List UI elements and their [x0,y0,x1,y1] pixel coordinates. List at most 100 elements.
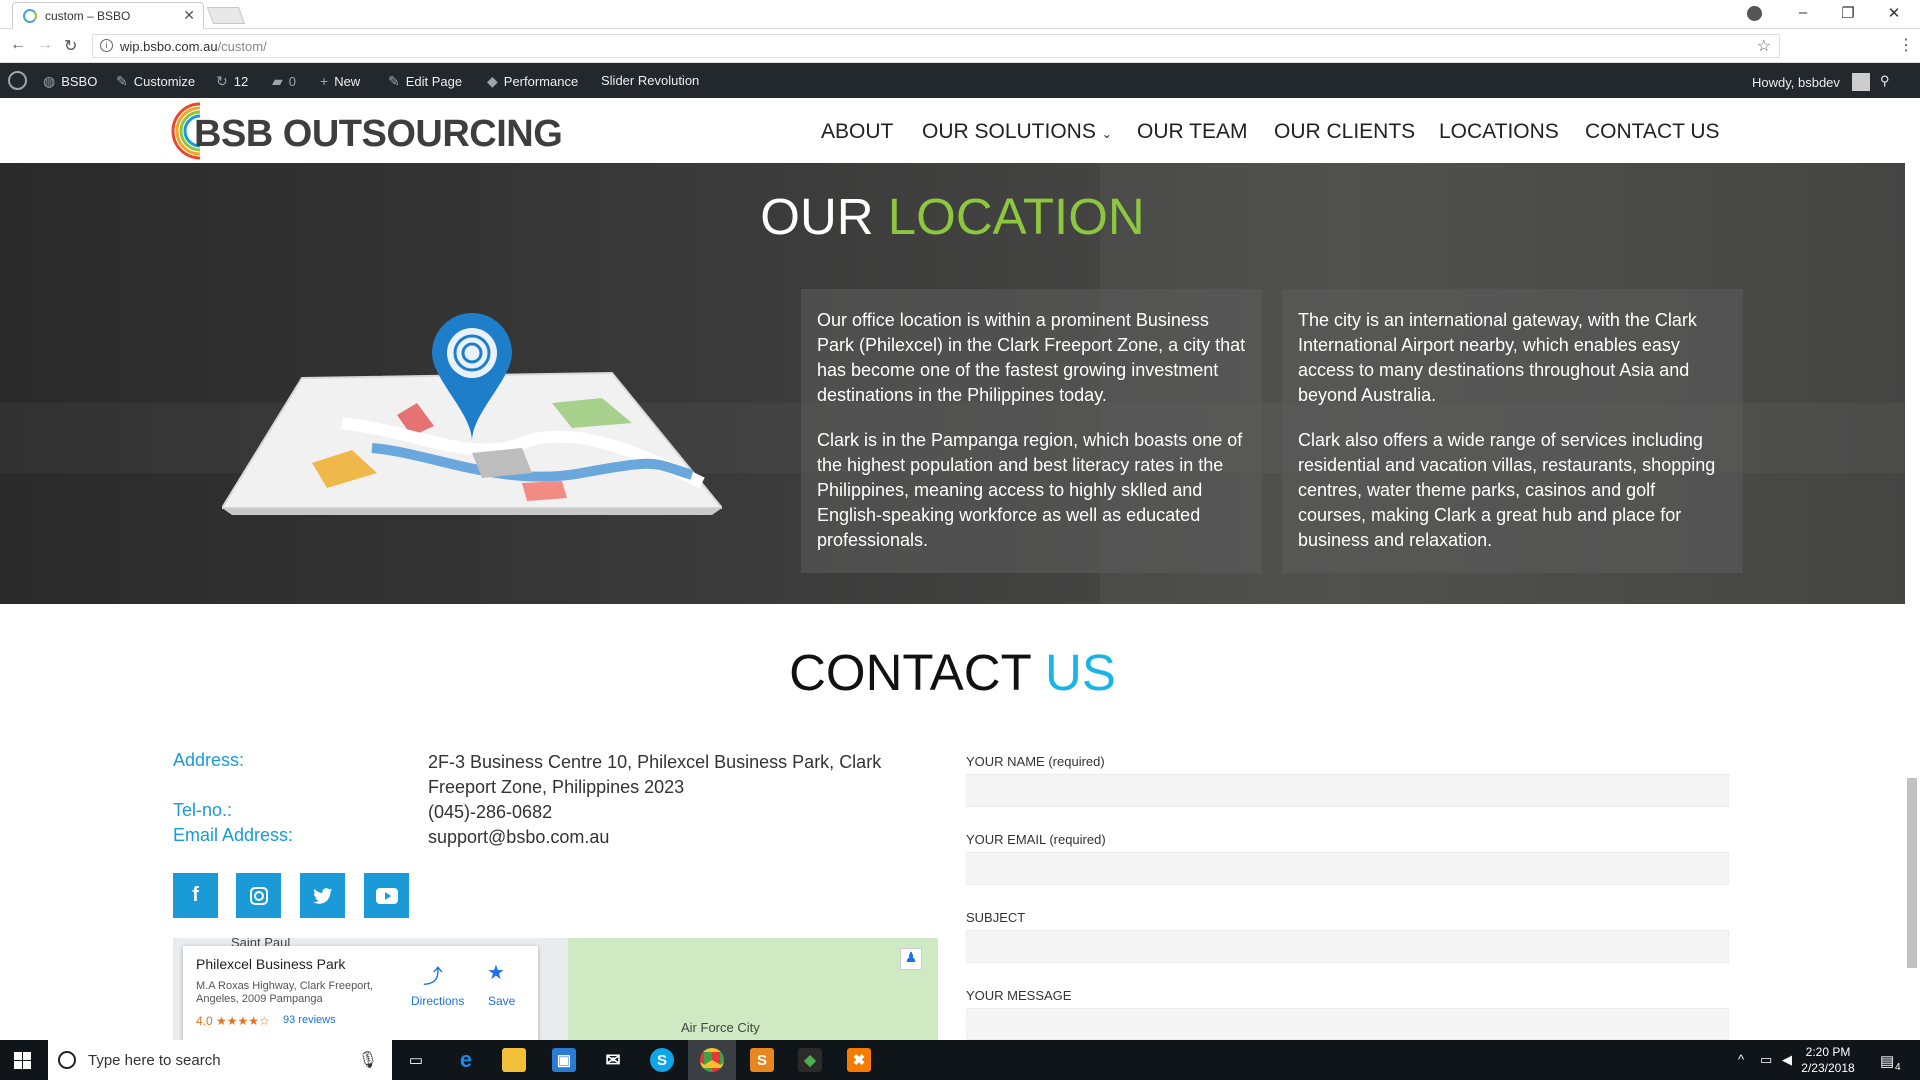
email-label: Email Address: [173,825,294,845]
nav-locations[interactable]: LOCATIONS [1439,120,1559,144]
location-section: OUR LOCATION Our office location is with… [0,163,1920,604]
dashboard-icon: ◍ [43,73,56,89]
close-window-icon[interactable]: ✕ [1884,4,1904,22]
email-field[interactable] [966,852,1729,885]
tel-value: (045)-286-0682 [428,802,553,822]
paragraph: Clark also offers a wide range of servic… [1298,430,1716,550]
map-place-address: M.A Roxas Highway, Clark Freeport, Angel… [196,980,374,1005]
wp-search-icon[interactable]: ⚲ [1880,73,1890,89]
windows-start-icon[interactable] [14,1052,31,1069]
performance-icon: ◆ [487,73,498,89]
pegman-icon[interactable]: ♟ [900,948,922,970]
twitter-icon[interactable] [300,873,345,918]
youtube-icon[interactable] [364,873,409,918]
wp-new[interactable]: + New [320,73,360,89]
youtube-play-icon [375,887,398,904]
name-field[interactable] [966,774,1729,807]
git-tool-icon[interactable]: ◆ [798,1048,822,1072]
sublime-text-icon[interactable]: S [750,1048,774,1072]
address-value: 2F-3 Business Centre 10, Philexcel Busin… [428,752,882,797]
plus-icon: + [320,73,329,89]
map-reviews-link[interactable]: 93 reviews [283,1014,336,1026]
directions-icon[interactable]: ⤴ [423,960,443,989]
nav-our-solutions[interactable]: OUR SOLUTIONS ⌄ [922,120,1112,144]
edge-icon[interactable]: e [454,1047,478,1072]
tray-expand-icon[interactable]: ^ [1738,1052,1744,1067]
taskbar-search[interactable]: Type here to search 🎙 [48,1040,392,1080]
save-star-icon[interactable]: ★ [487,960,505,985]
browser-tab[interactable]: custom – BSBO ✕ [12,2,204,29]
facebook-icon[interactable]: f [173,873,218,918]
xampp-icon[interactable]: ✖ [847,1048,871,1072]
notification-count: 4 [1895,1062,1901,1073]
wp-customize[interactable]: ✎ Customize [116,73,195,90]
map-label-air-force-city: Air Force City [681,1020,760,1035]
contact-title: CONTACT US [789,644,1116,701]
microphone-icon[interactable]: 🎙 [358,1050,378,1070]
subject-field[interactable] [966,930,1729,963]
volume-icon[interactable]: ◀ [1782,1052,1792,1068]
location-title: OUR LOCATION [760,188,1145,245]
site-info-icon[interactable]: i [100,39,113,52]
instagram-icon[interactable] [236,873,281,918]
avatar [1851,73,1870,91]
message-field[interactable] [966,1008,1729,1040]
site-favicon-icon [23,9,37,23]
wordpress-logo-icon[interactable] [8,71,27,90]
url-bar[interactable]: i wip.bsbo.com.au/custom/ ☆ [92,34,1780,58]
action-center-icon[interactable]: ▤ [1880,1052,1894,1070]
nav-contact-us[interactable]: CONTACT US [1585,120,1720,144]
pencil-icon: ✎ [388,73,400,89]
paragraph: The city is an international gateway, wi… [1298,310,1697,405]
browser-menu-icon[interactable]: ⋮ [1898,35,1914,55]
clock-date: 2/23/2018 [1801,1061,1855,1075]
url-text[interactable]: wip.bsbo.com.au/custom/ [120,39,267,54]
bookmark-star-icon[interactable]: ☆ [1757,36,1771,56]
nav-about[interactable]: ABOUT [821,120,893,144]
new-tab-button[interactable] [206,7,246,24]
wp-comments[interactable]: ▰ 0 [272,73,296,90]
wp-account[interactable]: Howdy, bsbdev [1752,73,1870,91]
file-explorer-icon[interactable] [502,1048,526,1072]
restore-icon[interactable]: ❐ [1838,4,1858,22]
mail-icon[interactable]: ✉ [601,1048,625,1072]
network-icon[interactable]: ▭ [1760,1052,1772,1068]
paragraph: Clark is in the Pampanga region, which b… [817,430,1243,550]
name-field-label: YOUR NAME (required) [966,754,1105,769]
store-icon[interactable]: ▣ [552,1048,576,1072]
forward-icon[interactable]: → [37,36,53,54]
chrome-icon[interactable] [700,1048,724,1072]
site-header: BSB OUTSOURCING ABOUT OUR SOLUTIONS ⌄ OU… [0,98,1920,163]
location-info-box-1: Our office location is within a prominen… [801,289,1262,573]
wp-updates[interactable]: ↻ 12 [216,73,248,90]
wp-site-name[interactable]: ◍ BSBO [43,73,97,90]
map-place-name[interactable]: Philexcel Business Park [196,956,345,972]
map-place-card: Philexcel Business Park M.A Roxas Highwa… [183,946,538,1040]
address-toolbar: ← → ↻ i wip.bsbo.com.au/custom/ ☆ ⋮ [0,29,1920,63]
wp-edit-page[interactable]: ✎ Edit Page [388,73,462,90]
system-clock[interactable]: 2:20 PM 2/23/2018 [1796,1044,1860,1076]
skype-icon[interactable]: S [650,1048,674,1072]
account-icon[interactable] [1747,6,1762,21]
email-value[interactable]: support@bsbo.com.au [428,825,888,850]
scrollbar-thumb[interactable] [1907,778,1917,968]
wp-admin-bar: ◍ BSBO ✎ Customize ↻ 12 ▰ 0 + New ✎ Edit… [0,63,1920,98]
wp-slider-revolution[interactable]: Slider Revolution [601,73,699,88]
google-map-embed[interactable]: Saint Paul Air Force City Philexcel Busi… [173,938,938,1040]
nav-our-team[interactable]: OUR TEAM [1137,120,1247,144]
directions-button[interactable]: Directions [411,994,464,1008]
instagram-glyph-icon [249,886,268,905]
save-button[interactable]: Save [488,994,515,1008]
reload-icon[interactable]: ↻ [64,36,77,56]
minimize-icon[interactable]: – [1793,4,1813,21]
map-rating: 4.0 ★★★★☆ [196,1014,270,1028]
site-logo[interactable]: BSB OUTSOURCING [170,100,563,162]
nav-our-clients[interactable]: OUR CLIENTS [1274,120,1415,144]
back-icon[interactable]: ← [10,36,26,54]
email-field-label: YOUR EMAIL (required) [966,832,1106,847]
chevron-down-icon: ⌄ [1101,127,1112,141]
wp-performance[interactable]: ◆ Performance [487,73,578,90]
browser-tab-strip: custom – BSBO ✕ – ❐ ✕ [0,0,1920,29]
tab-close-icon[interactable]: ✕ [183,7,195,24]
task-view-icon[interactable]: ▭ [404,1048,428,1072]
